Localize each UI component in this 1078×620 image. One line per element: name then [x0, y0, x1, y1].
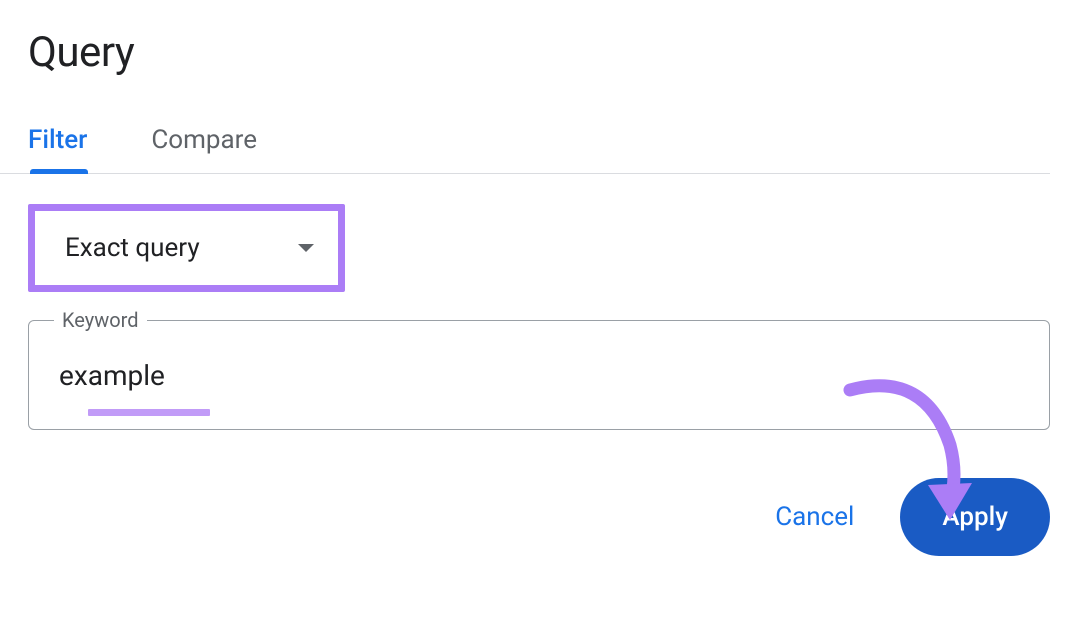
dropdown-highlight: Exact query: [28, 204, 345, 292]
tab-compare[interactable]: Compare: [151, 125, 257, 173]
chevron-down-icon: [298, 244, 314, 252]
keyword-field-wrap: Keyword: [28, 320, 1050, 430]
apply-button[interactable]: Apply: [900, 478, 1050, 556]
cancel-button[interactable]: Cancel: [769, 492, 860, 542]
underline-annotation: [88, 409, 210, 416]
dropdown-selected-label: Exact query: [65, 233, 200, 263]
page-title: Query: [28, 28, 1050, 77]
tabs: Filter Compare: [0, 125, 1050, 174]
query-type-dropdown[interactable]: Exact query: [35, 211, 338, 285]
actions-row: Cancel Apply: [28, 478, 1050, 556]
tab-filter[interactable]: Filter: [28, 125, 87, 173]
keyword-label: Keyword: [54, 308, 147, 332]
